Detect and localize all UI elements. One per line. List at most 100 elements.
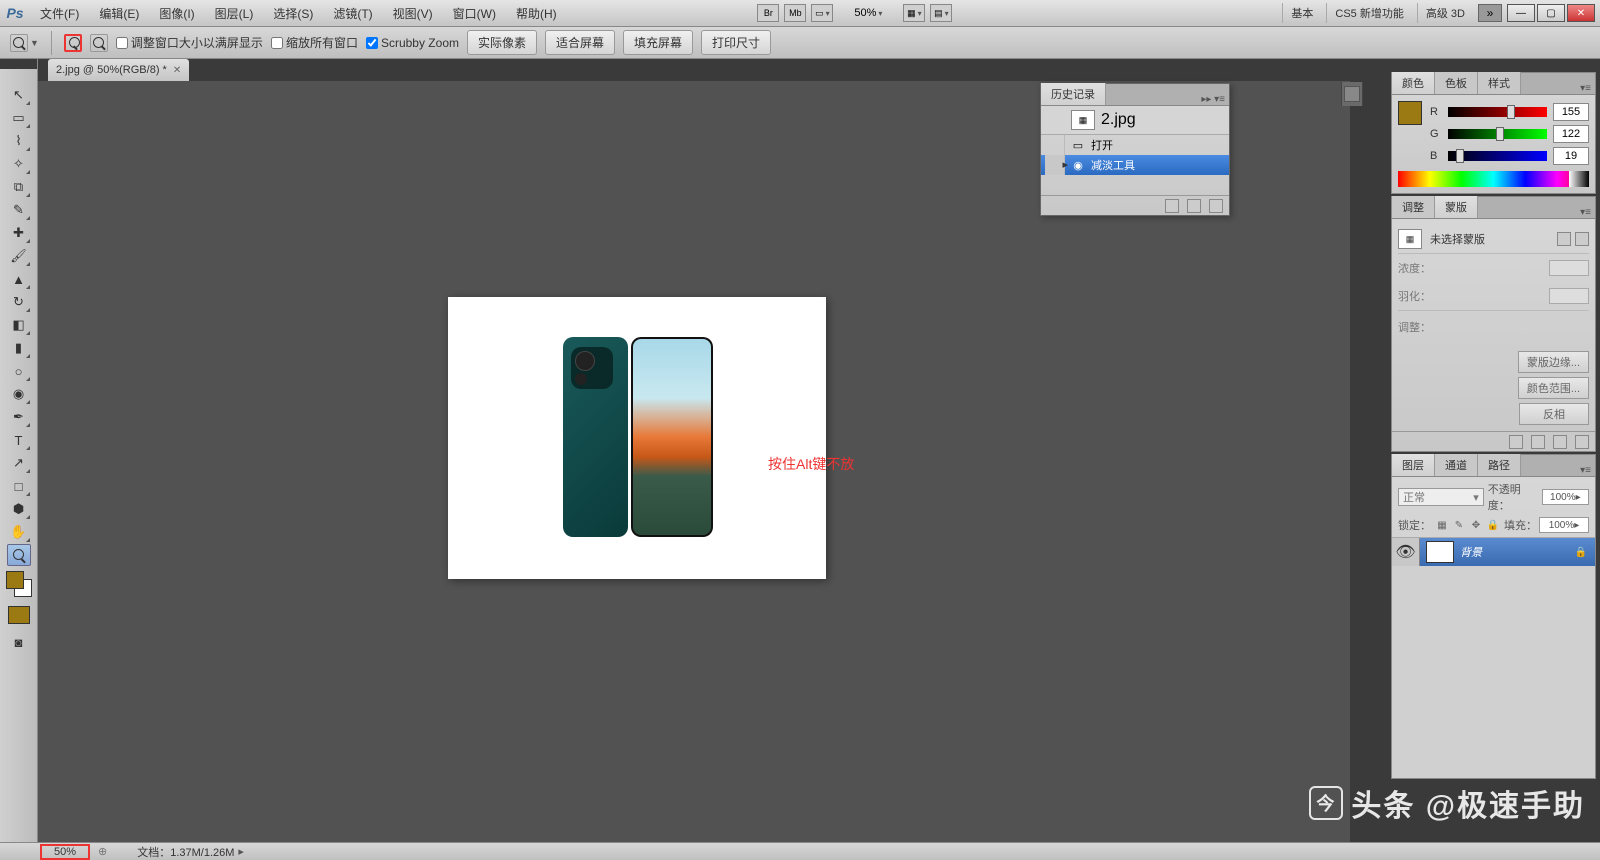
mask-footer-icon-1[interactable] bbox=[1509, 435, 1523, 449]
history-snapshot-thumb[interactable]: ▦ bbox=[1071, 110, 1095, 130]
healing-tool-icon[interactable]: ✚ bbox=[7, 222, 31, 244]
window-close-button[interactable]: ✕ bbox=[1567, 4, 1595, 22]
color-swatch[interactable] bbox=[1398, 101, 1422, 125]
eyedropper-tool-icon[interactable]: ✎ bbox=[7, 199, 31, 221]
spectrum-bar[interactable] bbox=[1398, 171, 1589, 187]
path-select-tool-icon[interactable]: ↗ bbox=[7, 452, 31, 474]
opacity-input[interactable]: 100% ▸ bbox=[1542, 489, 1589, 505]
invert-button[interactable]: 反相 bbox=[1519, 403, 1589, 425]
canvas-document[interactable] bbox=[448, 297, 826, 579]
trash-icon[interactable] bbox=[1575, 435, 1589, 449]
arrange-docs-icon[interactable]: ▦ bbox=[903, 4, 925, 22]
window-minimize-button[interactable]: — bbox=[1507, 4, 1535, 22]
r-slider[interactable] bbox=[1448, 107, 1547, 117]
resize-window-checkbox[interactable]: 调整窗口大小以满屏显示 bbox=[116, 34, 263, 51]
menu-edit[interactable]: 编辑(E) bbox=[89, 5, 149, 22]
screen-mode-icon[interactable]: ▭ bbox=[811, 4, 833, 22]
layer-visibility-icon[interactable]: 👁 bbox=[1392, 538, 1420, 566]
crop-tool-icon[interactable]: ⧉ bbox=[7, 176, 31, 198]
workspace-more-icon[interactable]: » bbox=[1478, 4, 1502, 22]
move-tool-icon[interactable]: ↖ bbox=[7, 84, 31, 106]
r-value-input[interactable] bbox=[1553, 103, 1589, 121]
lock-transparent-icon[interactable]: ▦ bbox=[1435, 518, 1449, 532]
menu-select[interactable]: 选择(S) bbox=[263, 5, 323, 22]
menu-window[interactable]: 窗口(W) bbox=[443, 5, 506, 22]
type-tool-icon[interactable]: T bbox=[7, 429, 31, 451]
history-new-doc-icon[interactable] bbox=[1165, 199, 1179, 213]
tab-paths[interactable]: 路径 bbox=[1478, 454, 1521, 476]
layer-item-background[interactable]: 👁 ▦ 背景 🔒 bbox=[1392, 538, 1595, 566]
foreground-color-icon[interactable] bbox=[6, 571, 24, 589]
g-slider[interactable] bbox=[1448, 129, 1547, 139]
quick-mask-icon[interactable]: ◙ bbox=[7, 631, 31, 653]
vector-mask-icon[interactable] bbox=[1575, 232, 1589, 246]
g-value-input[interactable] bbox=[1553, 125, 1589, 143]
eraser-tool-icon[interactable]: ◧ bbox=[7, 314, 31, 336]
blur-tool-icon[interactable]: ○ bbox=[7, 360, 31, 382]
color-picker[interactable] bbox=[6, 571, 32, 597]
tab-adjustments[interactable]: 调整 bbox=[1392, 196, 1435, 218]
density-input[interactable] bbox=[1549, 260, 1589, 276]
zoom-tool-icon[interactable] bbox=[7, 544, 31, 566]
fill-screen-button[interactable]: 填充屏幕 bbox=[623, 30, 693, 55]
status-document-info[interactable]: 文档：1.37M/1.26M bbox=[137, 844, 234, 860]
quickselect-tool-icon[interactable]: ✧ bbox=[7, 153, 31, 175]
tab-history[interactable]: 历史记录 bbox=[1041, 83, 1106, 105]
stamp-tool-icon[interactable]: ▲ bbox=[7, 268, 31, 290]
tab-styles[interactable]: 样式 bbox=[1478, 72, 1521, 94]
history-trash-icon[interactable] bbox=[1209, 199, 1223, 213]
hand-tool-icon[interactable]: ✋ bbox=[7, 521, 31, 543]
b-slider[interactable] bbox=[1448, 151, 1547, 161]
lock-position-icon[interactable]: ✥ bbox=[1469, 518, 1483, 532]
lasso-tool-icon[interactable]: ⌇ bbox=[7, 130, 31, 152]
menu-help[interactable]: 帮助(H) bbox=[506, 5, 567, 22]
actual-pixels-button[interactable]: 实际像素 bbox=[467, 30, 537, 55]
zoom-tool-indicator-icon[interactable] bbox=[10, 34, 28, 52]
b-value-input[interactable] bbox=[1553, 147, 1589, 165]
menu-file[interactable]: 文件(F) bbox=[30, 5, 89, 22]
tab-channels[interactable]: 通道 bbox=[1435, 454, 1478, 476]
zoom-all-windows-checkbox[interactable]: 缩放所有窗口 bbox=[271, 34, 358, 51]
shape-tool-icon[interactable]: □ bbox=[7, 475, 31, 497]
workspace-3d[interactable]: 高级 3D bbox=[1417, 3, 1473, 23]
3d-tool-icon[interactable]: ⬢ bbox=[7, 498, 31, 520]
status-zoom-input[interactable]: 50% bbox=[40, 844, 90, 860]
gradient-tool-icon[interactable]: ▮ bbox=[7, 337, 31, 359]
quick-mask-swatch[interactable] bbox=[8, 606, 30, 624]
bridge-icon[interactable]: Br bbox=[757, 4, 779, 22]
zoom-out-button[interactable] bbox=[90, 34, 108, 52]
minibridge-icon[interactable]: Mb bbox=[784, 4, 806, 22]
zoom-level-display[interactable]: 50% bbox=[838, 7, 898, 19]
history-item-dodge[interactable]: ▸ ◉ 减淡工具 bbox=[1041, 155, 1229, 175]
scrubby-zoom-checkbox[interactable]: Scrubby Zoom bbox=[366, 36, 459, 50]
window-restore-button[interactable]: ▢ bbox=[1537, 4, 1565, 22]
color-range-button[interactable]: 颜色范围... bbox=[1518, 377, 1589, 399]
history-item-open[interactable]: ▭ 打开 bbox=[1041, 135, 1229, 155]
collapsed-panel-icon[interactable] bbox=[1344, 86, 1360, 102]
menu-layer[interactable]: 图层(L) bbox=[205, 5, 264, 22]
menu-view[interactable]: 视图(V) bbox=[383, 5, 443, 22]
dodge-tool-icon[interactable]: ◉ bbox=[7, 383, 31, 405]
brush-tool-icon[interactable]: 🖌 bbox=[7, 245, 31, 267]
document-tab[interactable]: 2.jpg @ 50%(RGB/8) * ✕ bbox=[48, 59, 189, 81]
history-brush-tool-icon[interactable]: ↻ bbox=[7, 291, 31, 313]
blend-mode-select[interactable]: 正常▾ bbox=[1398, 488, 1484, 506]
tab-close-icon[interactable]: ✕ bbox=[173, 65, 181, 76]
print-size-button[interactable]: 打印尺寸 bbox=[701, 30, 771, 55]
history-snapshot-icon[interactable] bbox=[1187, 199, 1201, 213]
workspace-basic[interactable]: 基本 bbox=[1282, 3, 1321, 23]
panel-menu-icon[interactable]: ▾≡ bbox=[1576, 465, 1595, 476]
lock-image-icon[interactable]: ✎ bbox=[1452, 518, 1466, 532]
workspace-cs5[interactable]: CS5 新增功能 bbox=[1326, 3, 1411, 23]
panel-collapse-icon[interactable]: ▸▸ ▾≡ bbox=[1197, 94, 1229, 105]
mask-edge-button[interactable]: 蒙版边缘... bbox=[1518, 351, 1589, 373]
menu-image[interactable]: 图像(I) bbox=[149, 5, 204, 22]
panel-menu-icon[interactable]: ▾≡ bbox=[1576, 83, 1595, 94]
pixel-mask-icon[interactable] bbox=[1557, 232, 1571, 246]
fit-screen-button[interactable]: 适合屏幕 bbox=[545, 30, 615, 55]
mask-footer-icon-3[interactable] bbox=[1553, 435, 1567, 449]
feather-input[interactable] bbox=[1549, 288, 1589, 304]
tab-layers[interactable]: 图层 bbox=[1392, 454, 1435, 476]
lock-all-icon[interactable]: 🔒 bbox=[1486, 518, 1500, 532]
menu-filter[interactable]: 滤镜(T) bbox=[323, 5, 382, 22]
